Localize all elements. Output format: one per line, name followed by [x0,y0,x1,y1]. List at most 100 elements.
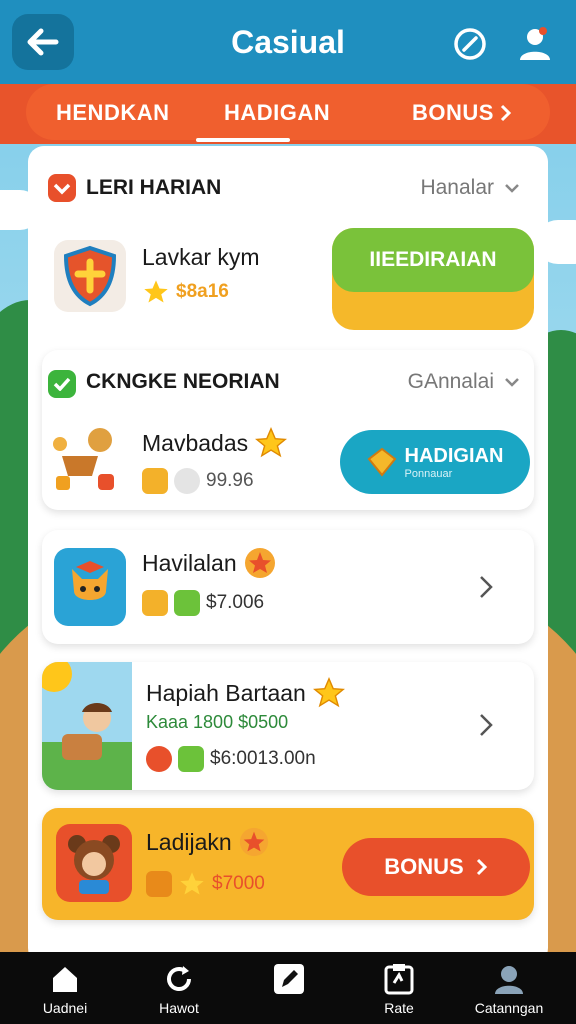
gem-icon [367,447,396,477]
child-playing-icon [42,662,132,790]
chevron-down-icon [505,378,519,387]
star-badge-icon [244,548,275,578]
nav-item-history[interactable]: Hawot [124,962,234,1016]
star-icon [255,427,288,458]
nav-item-edit[interactable] [234,962,344,1000]
chevron-down-icon [505,184,519,193]
section-card-daily: LERI HARIAN Hanalar Lavkar kym $8a16 IIE… [28,146,548,334]
nav-item-settings[interactable]: Catanngan [454,962,564,1016]
item-name: Mavbadas [142,426,288,460]
app-title: Casiual [231,24,345,60]
item-name: Ladijakn [146,826,270,858]
check-icon [48,174,76,202]
list-item-ladijakn[interactable]: Ladijakn $7000 BONUS [42,808,534,920]
star-icon [180,872,204,895]
coin-icon [146,871,172,897]
berry-icon [146,746,172,772]
tab-bonus[interactable]: BONUS [412,100,512,126]
item-value: $8a16 [176,281,229,302]
compass-icon [454,28,486,60]
nav-label: Uadnei [42,1000,88,1016]
item-meta: $8a16 [142,278,229,306]
section-link-label: GAnnalai [407,370,494,393]
star-icon [312,677,345,708]
reward-button-label: HADIGIAN [404,444,504,467]
item-value: $6:0013.00n [210,748,316,769]
list-item-hapiah-bartaan[interactable]: Hapiah Bartaan Kaaa 1800 $0500 $6:0013.0… [42,662,534,790]
cash-icon [174,590,200,616]
profile-button[interactable] [514,22,556,64]
bonus-button[interactable]: BONUS [342,838,530,896]
user-icon [520,27,550,60]
edit-icon [274,964,304,994]
face-icon [174,468,200,494]
nav-item-home[interactable]: Uadnei [10,962,120,1016]
item-name: Hapiah Bartaan [146,676,346,710]
nav-label: Rate [384,1000,414,1016]
shield-icon [63,245,117,307]
user-icon [495,966,523,994]
tab-bonus-label: BONUS [412,100,494,125]
chevron-right-icon [480,714,493,736]
tab-bar: HENDKAN HADIGAN BONUS [0,84,576,144]
chevron-right-icon [480,576,493,598]
list-item-havilalan[interactable]: Havilalan $7.006 [42,530,534,644]
section-link-label: Hanalar [420,176,494,199]
item-name-label: Havilalan [142,549,237,576]
item-name: Havilalan [142,546,277,580]
item-value: $7000 [212,873,265,894]
claim-button[interactable]: IIEEDIRAIAN [332,228,534,330]
section-more-link[interactable]: GAnnalai [408,370,520,394]
active-tab-indicator [196,138,290,142]
chevron-right-icon [476,858,487,876]
shield-thumbnail [54,240,126,312]
coin-icon [142,468,168,494]
chevron-right-icon [500,104,512,122]
app-header: Casiual [0,0,576,84]
item-name: Lavkar kym [142,244,260,270]
section-header: LERI HARIAN Hanalar [28,146,548,206]
content-panel: LERI HARIAN Hanalar Lavkar kym $8a16 IIE… [28,146,548,966]
clipboard-icon [384,964,414,995]
section-more-link[interactable]: Hanalar [420,176,520,200]
check-icon [48,370,76,398]
item-value: $7.006 [206,592,265,613]
item-meta: $6:0013.00n [146,746,316,772]
item-meta: $7.006 [142,590,264,616]
item-name-label: Mavbadas [142,429,249,456]
claim-button-label: IIEEDIRAIAN [369,248,497,271]
section-header: CKNGKE NEORIAN GAnnalai [42,350,534,410]
cash-icon [178,746,204,772]
section-card-challenge: CKNGKE NEORIAN GAnnalai Mavbadas 99.96 H… [42,350,534,510]
item-value: 99.96 [206,470,254,491]
nav-label: Hawot [159,1000,199,1016]
coin-icon [142,590,168,616]
item-meta: 99.96 [142,468,254,494]
tab-hendkan[interactable]: HENDKAN [56,100,170,126]
item-meta: $7000 [146,870,265,898]
refresh-icon [167,966,191,991]
compass-button[interactable] [452,26,488,62]
nav-item-rate[interactable]: Rate [344,962,454,1016]
fox-character-icon [72,561,108,600]
reward-button-sublabel: Ponnauar [404,467,453,480]
star-icon [144,280,168,303]
item-name-label: Ladijakn [146,828,232,855]
treasure-icon [53,428,114,490]
reward-button[interactable]: HADIGIAN Ponnauar [340,430,530,494]
bottom-navigation: Uadnei Hawot Rate Catanngan [0,952,576,1024]
character-thumbnail [54,548,126,626]
bear-character-icon [68,835,120,894]
section-title: LERI HARIAN [86,176,222,199]
scene-thumbnail [42,662,132,790]
item-subtitle: Kaaa 1800 $0500 [146,712,289,732]
item-name-label: Hapiah Bartaan [146,679,306,706]
claim-button-face: IIEEDIRAIAN [332,228,534,292]
nav-label: Catanngan [474,1000,544,1016]
treasure-thumbnail [48,422,124,498]
home-icon [53,967,77,992]
bear-thumbnail [56,824,132,902]
bonus-button-label: BONUS [384,854,464,879]
tab-hadigan[interactable]: HADIGAN [224,100,330,126]
star-badge-icon [239,827,268,857]
